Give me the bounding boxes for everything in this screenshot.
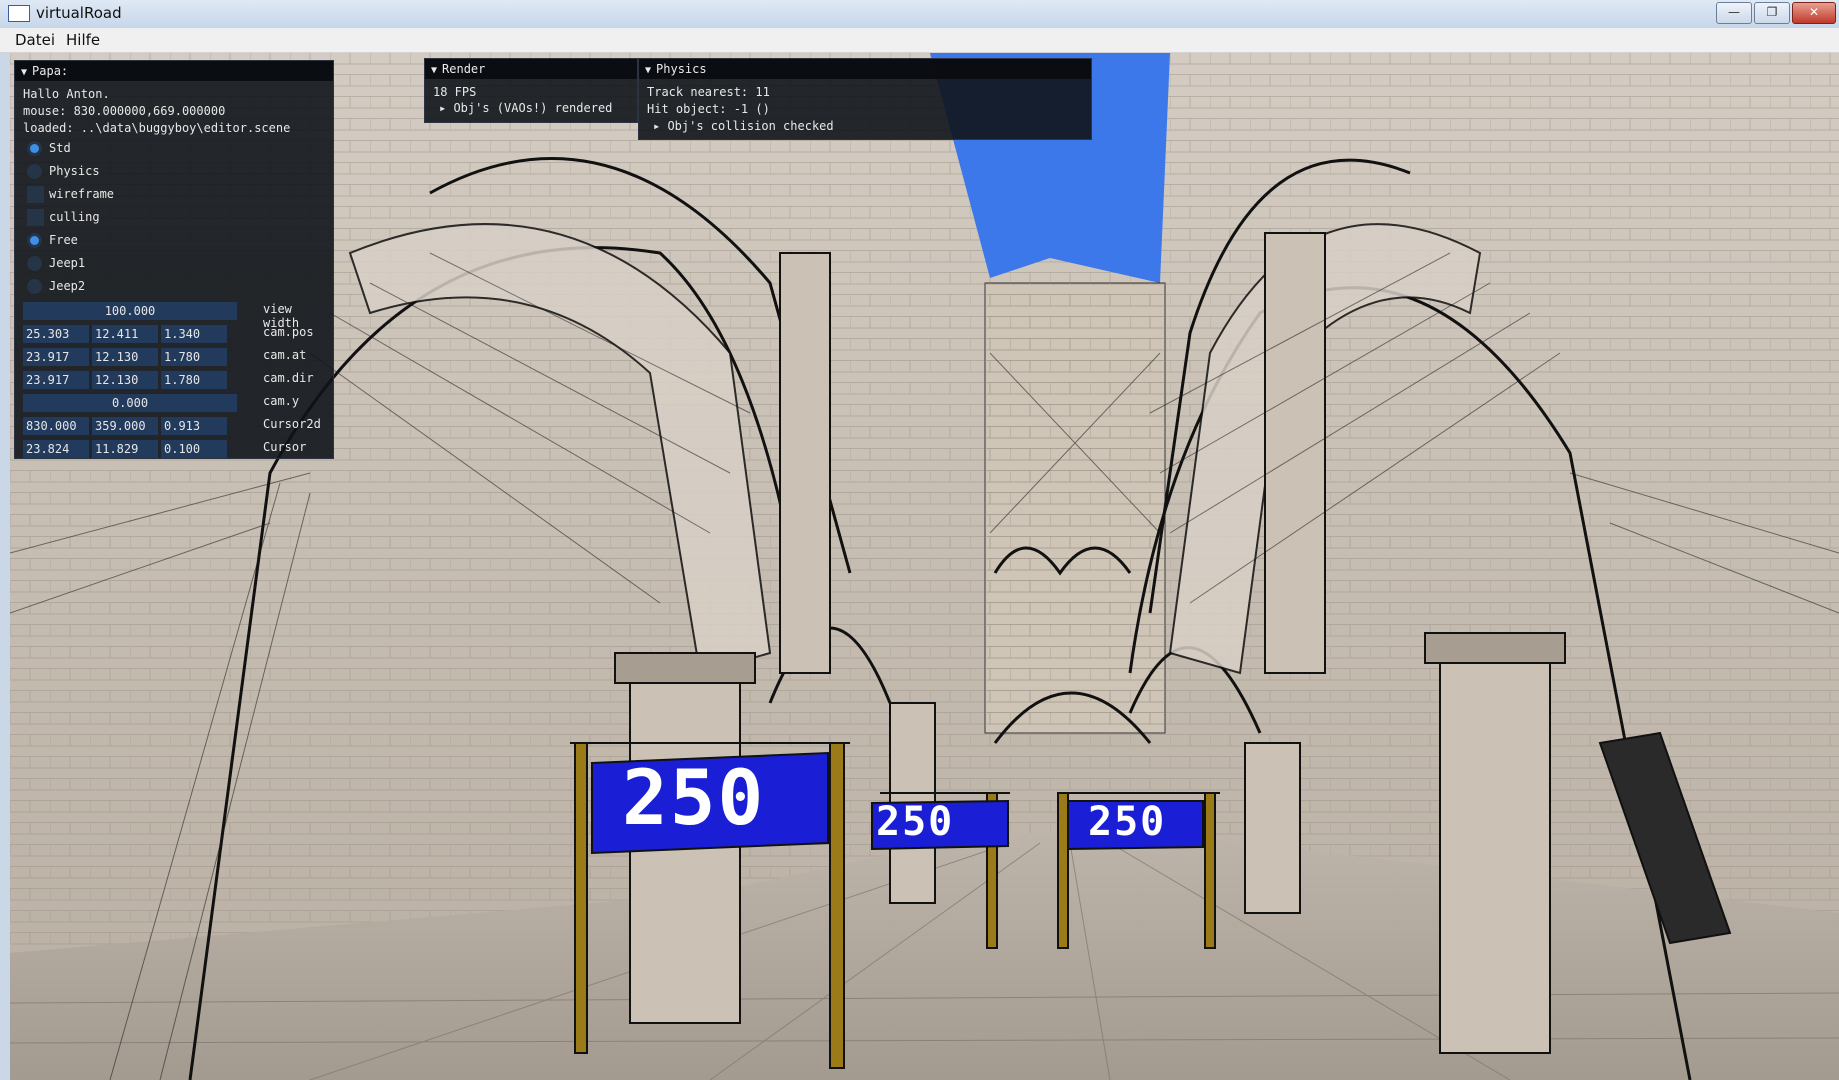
view-width-slider[interactable]: 100.000: [23, 302, 237, 320]
cam-dir-y[interactable]: 12.130: [92, 371, 158, 389]
cursor-x[interactable]: 23.824: [23, 440, 89, 458]
collapse-triangle-icon[interactable]: ▼: [645, 61, 651, 81]
title-bar: virtualRoad — ❐ ✕: [0, 0, 1839, 29]
cursor-z[interactable]: 0.100: [161, 440, 227, 458]
render-tree-node[interactable]: ▸ Obj's (VAOs!) rendered: [439, 101, 612, 115]
banner-3-number: 250: [1088, 799, 1167, 845]
collapse-triangle-icon[interactable]: ▼: [431, 61, 437, 81]
cursor2d-label: Cursor2d: [263, 417, 321, 431]
physics-tree-node[interactable]: ▸ Obj's collision checked: [653, 119, 834, 133]
window-title: virtualRoad: [36, 4, 122, 22]
cam-pos-y[interactable]: 12.411: [92, 325, 158, 343]
cursor-y[interactable]: 11.829: [92, 440, 158, 458]
fps-text: 18 FPS: [433, 85, 477, 99]
cam-pos-x[interactable]: 25.303: [23, 325, 89, 343]
radio-physics[interactable]: [27, 164, 42, 179]
radio-physics-label: Physics: [49, 164, 100, 178]
cam-at-label: cam.at: [263, 348, 307, 362]
radio-std-label: Std: [49, 141, 71, 155]
papa-panel[interactable]: ▼ Papa: Hallo Anton. mouse: 830.000000,66…: [14, 60, 334, 459]
menu-bar: Datei Hilfe: [0, 28, 1839, 53]
physics-panel-header[interactable]: ▼ Physics: [639, 59, 1091, 79]
physics-panel[interactable]: ▼ Physics Track nearest: 11 Hit object: -…: [638, 58, 1092, 140]
cam-y-label: cam.y: [263, 394, 300, 408]
cam-at-y[interactable]: 12.130: [92, 348, 158, 366]
tree-arrow-icon: ▸: [653, 119, 668, 133]
cursor-label: Cursor: [263, 440, 307, 454]
radio-free-label: Free: [49, 233, 78, 247]
greeting-text: Hallo Anton.: [23, 87, 110, 101]
menu-hilfe[interactable]: Hilfe: [66, 31, 100, 49]
cam-pos-z[interactable]: 1.340: [161, 325, 227, 343]
checkbox-culling[interactable]: [27, 209, 44, 226]
cam-dir-label: cam.dir: [263, 371, 314, 385]
cursor2d-y[interactable]: 359.000: [92, 417, 158, 435]
physics-panel-title: Physics: [656, 62, 707, 76]
mouse-text: mouse: 830.000000,669.000000: [23, 104, 226, 118]
render-panel[interactable]: ▼ Render 18 FPS ▸ Obj's (VAOs!) rendered: [424, 58, 638, 123]
render-panel-header[interactable]: ▼ Render: [425, 59, 637, 79]
menu-datei[interactable]: Datei: [15, 31, 55, 49]
cam-dir-z[interactable]: 1.780: [161, 371, 227, 389]
cursor2d-x[interactable]: 830.000: [23, 417, 89, 435]
papa-panel-title: Papa:: [32, 64, 69, 78]
radio-std[interactable]: [27, 141, 42, 156]
close-button[interactable]: ✕: [1792, 2, 1836, 24]
radio-free[interactable]: [27, 233, 42, 248]
cam-at-z[interactable]: 1.780: [161, 348, 227, 366]
app-window-icon: [8, 5, 30, 22]
hit-object-text: Hit object: -1 (): [647, 102, 770, 116]
tree-arrow-icon: ▸: [439, 101, 454, 115]
render-panel-title: Render: [442, 62, 486, 76]
banner-1-number: 250: [622, 753, 766, 842]
minimize-button[interactable]: —: [1716, 2, 1752, 24]
papa-panel-header[interactable]: ▼ Papa:: [15, 61, 333, 81]
track-nearest-text: Track nearest: 11: [647, 85, 770, 99]
radio-jeep2[interactable]: [27, 279, 42, 294]
radio-jeep1[interactable]: [27, 256, 42, 271]
cam-dir-x[interactable]: 23.917: [23, 371, 89, 389]
3d-viewport[interactable]: 250 250 250 ▼ Papa: Hallo Anton. mouse: 8…: [10, 53, 1839, 1080]
cam-at-x[interactable]: 23.917: [23, 348, 89, 366]
checkbox-wireframe-label: wireframe: [49, 187, 115, 201]
radio-jeep1-label: Jeep1: [49, 256, 86, 270]
cam-pos-label: cam.pos: [263, 325, 314, 339]
cam-y-slider[interactable]: 0.000: [23, 394, 237, 412]
cursor2d-z[interactable]: 0.913: [161, 417, 227, 435]
checkbox-culling-label: culling: [49, 210, 100, 224]
collapse-triangle-icon[interactable]: ▼: [21, 63, 27, 83]
radio-jeep2-label: Jeep2: [49, 279, 86, 293]
loaded-text: loaded: ..\data\buggyboy\editor.scene: [23, 121, 291, 135]
banner-2-number: 250: [876, 799, 955, 845]
checkbox-wireframe[interactable]: [27, 186, 44, 203]
restore-button[interactable]: ❐: [1754, 2, 1790, 24]
